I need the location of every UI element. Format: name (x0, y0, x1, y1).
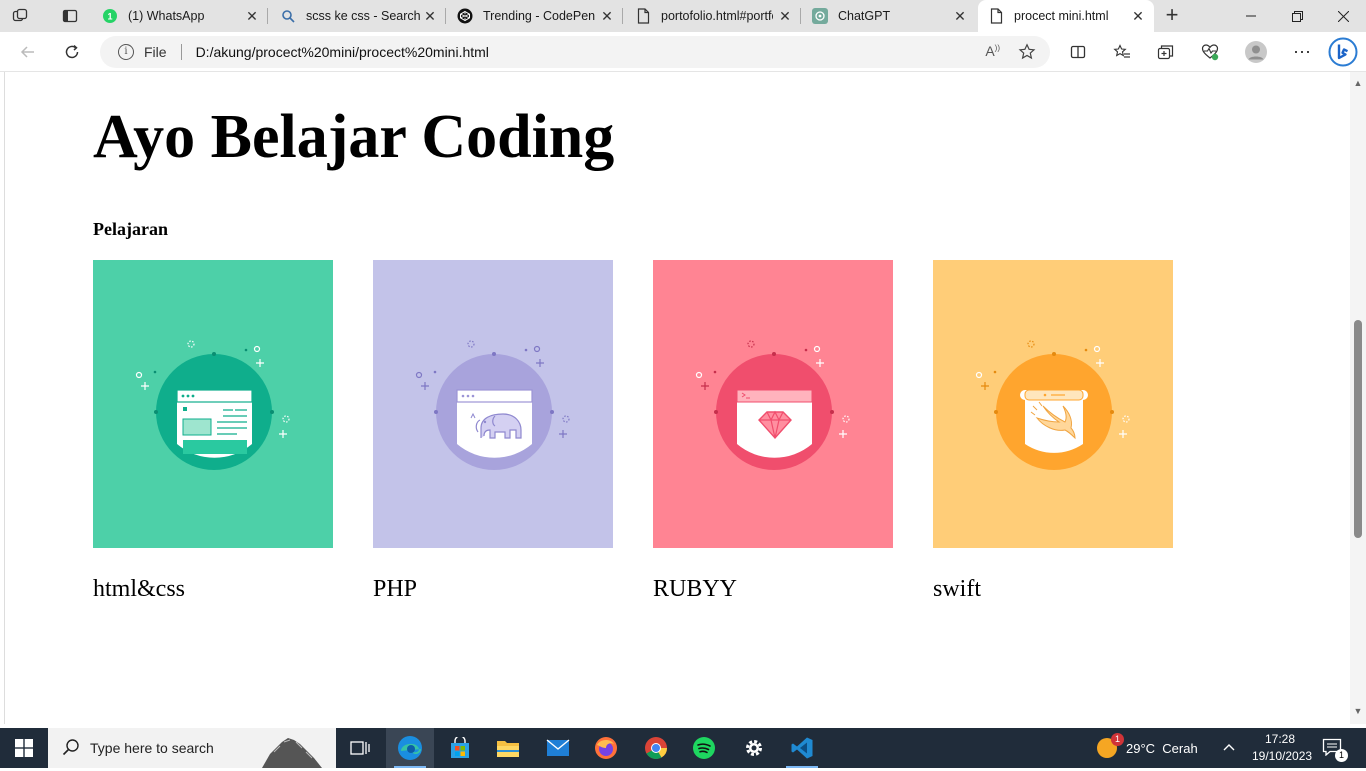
tab-label: procect mini.html (1014, 9, 1109, 23)
course-label[interactable]: RUBYY (653, 576, 737, 603)
course-image-ruby[interactable] (653, 260, 893, 548)
codepen-icon (457, 8, 473, 24)
browser-essentials-icon[interactable] (1198, 40, 1222, 64)
page-scrollbar[interactable]: ▲ ▼ (1350, 72, 1366, 724)
weather-badge: 1 (1111, 733, 1124, 746)
firefox-icon[interactable] (582, 728, 630, 768)
course-label[interactable]: html&css (93, 576, 185, 603)
weather-widget[interactable]: 1 29°C Cerah (1096, 728, 1198, 768)
tab-search[interactable]: scss ke css - Search ✕ (270, 0, 446, 32)
taskbar: Type here to search 1 29°C Cerah 17:28 1… (0, 728, 1366, 768)
whatsapp-icon: 1 (102, 8, 118, 24)
search-highlight-image (262, 734, 322, 768)
course-label[interactable]: swift (933, 576, 981, 603)
scroll-down-arrow-icon[interactable]: ▼ (1353, 706, 1363, 716)
close-icon[interactable]: ✕ (777, 8, 793, 24)
swift-bird-icon (975, 340, 1130, 470)
address-bar[interactable]: i File D:/akung/procect%20mini/procect%2… (100, 36, 1050, 68)
taskbar-search[interactable]: Type here to search (48, 728, 336, 768)
info-icon[interactable]: i (118, 44, 134, 60)
course-card-html-css[interactable]: html&css (93, 260, 333, 602)
notification-count-badge: 1 (1335, 749, 1348, 762)
file-icon (635, 8, 651, 24)
address-scheme: File (144, 44, 167, 60)
split-screen-icon[interactable] (1066, 40, 1090, 64)
settings-gear-icon[interactable] (730, 728, 778, 768)
page-title: Ayo Belajar Coding (93, 103, 615, 171)
tab-label: (1) WhatsApp (128, 9, 205, 23)
course-card-ruby[interactable]: RUBYY (653, 260, 893, 602)
tab-label: ChatGPT (838, 9, 891, 23)
php-elephant-icon (415, 340, 570, 470)
file-icon (988, 8, 1004, 24)
page-viewport: Ayo Belajar Coding Pelajaran html&css PH… (4, 72, 1350, 724)
mail-icon[interactable] (534, 728, 582, 768)
bing-copilot-icon[interactable] (1328, 37, 1358, 67)
navigation-bar: i File D:/akung/procect%20mini/procect%2… (0, 32, 1366, 72)
chrome-icon[interactable] (632, 728, 680, 768)
weather-sun-icon: 1 (1096, 733, 1124, 759)
profile-avatar[interactable] (1244, 40, 1268, 64)
ruby-gem-icon (695, 340, 850, 470)
read-aloud-icon[interactable]: A)) (985, 43, 1000, 64)
system-clock[interactable]: 17:28 19/10/2023 (1252, 731, 1313, 765)
tab-actions-icon[interactable] (58, 4, 82, 28)
microsoft-store-icon[interactable] (436, 728, 484, 768)
tab-strip: 1 (1) WhatsApp ✕ scss ke css - Search ✕ … (0, 0, 1366, 32)
tab-codepen[interactable]: Trending - CodePen ✕ (447, 0, 623, 32)
settings-more-icon[interactable]: ⋯ (1290, 40, 1314, 64)
weather-text: 29°C Cerah (1126, 740, 1198, 756)
close-icon[interactable]: ✕ (1130, 8, 1146, 24)
course-card-swift[interactable]: swift (933, 260, 1173, 602)
svg-text:1: 1 (107, 12, 112, 22)
course-label[interactable]: PHP (373, 576, 417, 603)
tab-label: Trending - CodePen (483, 9, 596, 23)
course-image-swift[interactable] (933, 260, 1173, 548)
close-icon[interactable]: ✕ (244, 8, 260, 24)
tab-portofolio[interactable]: portofolio.html#portfolio ✕ (625, 0, 801, 32)
address-url[interactable]: D:/akung/procect%20mini/procect%20mini.h… (196, 44, 489, 60)
vscode-icon[interactable] (778, 728, 826, 768)
course-image-php[interactable] (373, 260, 613, 548)
course-card-php[interactable]: PHP (373, 260, 613, 602)
tab-label: portofolio.html#portfolio (661, 9, 773, 23)
address-divider (180, 44, 182, 60)
tab-procect-mini[interactable]: procect mini.html ✕ (978, 0, 1154, 32)
html-window-icon (135, 340, 290, 470)
section-heading: Pelajaran (93, 219, 168, 239)
close-window-button[interactable] (1320, 0, 1366, 32)
spotify-icon[interactable] (680, 728, 728, 768)
close-icon[interactable]: ✕ (599, 8, 615, 24)
workspaces-icon[interactable] (8, 4, 32, 28)
edge-taskbar-icon[interactable] (386, 728, 434, 768)
minimize-button[interactable] (1228, 0, 1274, 32)
tray-overflow-chevron-icon[interactable] (1222, 728, 1236, 768)
back-button[interactable] (14, 39, 42, 65)
task-view-icon[interactable] (336, 728, 384, 768)
search-icon (280, 8, 296, 24)
chatgpt-icon (812, 8, 828, 24)
close-icon[interactable]: ✕ (422, 8, 438, 24)
tab-whatsapp[interactable]: 1 (1) WhatsApp ✕ (92, 0, 268, 32)
course-image-html-css[interactable] (93, 260, 333, 548)
close-icon[interactable]: ✕ (952, 8, 968, 24)
windows-logo-icon (15, 739, 33, 757)
tab-chatgpt[interactable]: ChatGPT ✕ (802, 0, 976, 32)
scroll-up-arrow-icon[interactable]: ▲ (1353, 78, 1363, 88)
notification-center-icon[interactable]: 1 (1322, 728, 1348, 768)
new-tab-button[interactable]: + (1160, 4, 1184, 28)
clock-time: 17:28 (1264, 732, 1296, 746)
favorite-star-icon[interactable] (1018, 43, 1036, 64)
collections-icon[interactable] (1154, 40, 1178, 64)
refresh-button[interactable] (58, 39, 86, 65)
search-placeholder: Type here to search (90, 740, 214, 756)
scroll-thumb[interactable] (1354, 320, 1362, 538)
tab-label: scss ke css - Search (306, 9, 421, 23)
file-explorer-icon[interactable] (484, 728, 532, 768)
favorites-icon[interactable] (1110, 40, 1134, 64)
restore-button[interactable] (1274, 0, 1320, 32)
start-button[interactable] (0, 728, 48, 768)
clock-date: 19/10/2023 (1252, 749, 1313, 763)
search-icon (62, 738, 80, 759)
